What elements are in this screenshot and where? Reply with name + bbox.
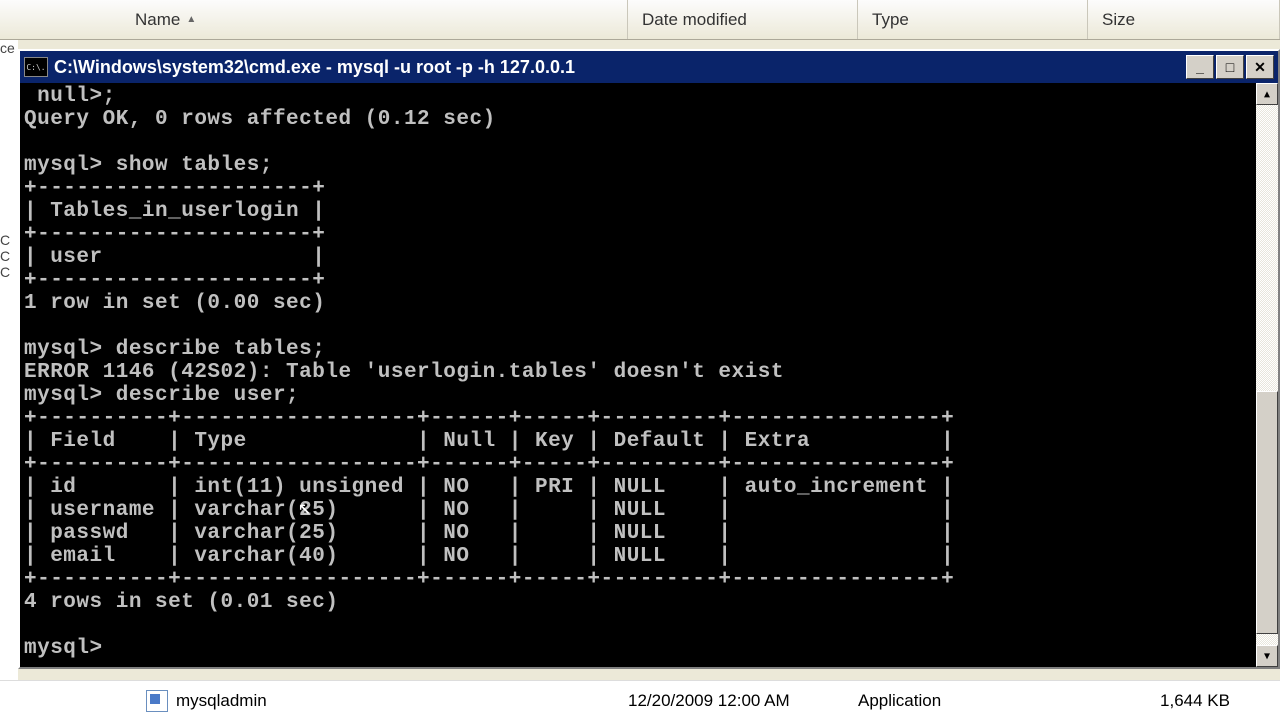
scroll-down-button[interactable]: ▼ — [1256, 645, 1278, 667]
file-type: Application — [858, 691, 1128, 711]
cmd-icon: C:\. — [24, 57, 48, 77]
vertical-scrollbar[interactable]: ▲ ▼ — [1256, 83, 1278, 667]
titlebar[interactable]: C:\. C:\Windows\system32\cmd.exe - mysql… — [20, 51, 1278, 83]
scroll-up-button[interactable]: ▲ — [1256, 83, 1278, 105]
terminal-area: null>; Query OK, 0 rows affected (0.12 s… — [20, 83, 1278, 667]
application-icon — [146, 690, 168, 712]
column-header-size[interactable]: Size — [1088, 0, 1280, 39]
window-controls: _ □ ✕ — [1186, 55, 1274, 79]
column-header-name[interactable]: Name ▲ — [0, 0, 628, 39]
file-name: mysqladmin — [176, 691, 628, 711]
window-title: C:\Windows\system32\cmd.exe - mysql -u r… — [54, 57, 1186, 78]
terminal-output[interactable]: null>; Query OK, 0 rows affected (0.12 s… — [20, 83, 1256, 667]
sort-ascending-icon: ▲ — [186, 14, 196, 25]
column-label: Name — [135, 10, 180, 30]
column-label: Date modified — [642, 10, 747, 30]
column-label: Type — [872, 10, 909, 30]
column-header-date[interactable]: Date modified — [628, 0, 858, 39]
file-date: 12/20/2009 12:00 AM — [628, 691, 858, 711]
file-size: 1,644 KB — [1128, 691, 1280, 711]
column-label: Size — [1102, 10, 1135, 30]
minimize-button[interactable]: _ — [1186, 55, 1214, 79]
scrollbar-thumb[interactable] — [1256, 391, 1278, 634]
scrollbar-track[interactable] — [1256, 105, 1278, 645]
explorer-file-row[interactable]: mysqladmin 12/20/2009 12:00 AM Applicati… — [0, 680, 1280, 720]
column-header-type[interactable]: Type — [858, 0, 1088, 39]
close-button[interactable]: ✕ — [1246, 55, 1274, 79]
background-window-edge: ceCCC — [0, 40, 18, 680]
explorer-column-header: Name ▲ Date modified Type Size — [0, 0, 1280, 40]
command-prompt-window: C:\. C:\Windows\system32\cmd.exe - mysql… — [18, 49, 1280, 669]
maximize-button[interactable]: □ — [1216, 55, 1244, 79]
